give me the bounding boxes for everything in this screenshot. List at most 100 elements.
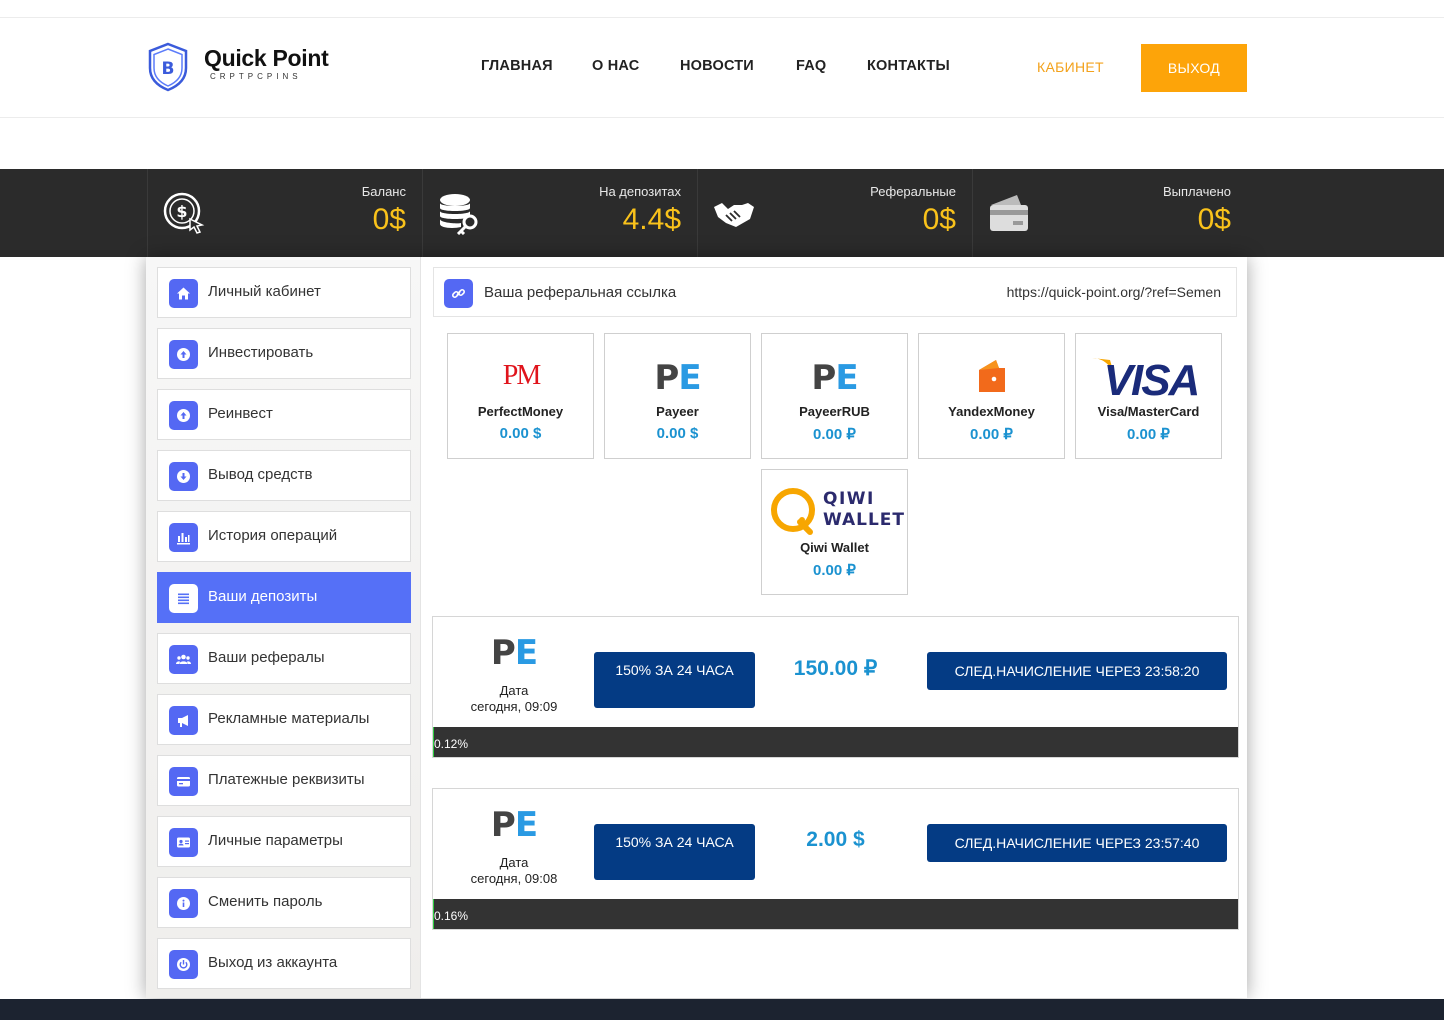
wallet-card-icon <box>990 195 1028 231</box>
site-footer <box>0 999 1444 1020</box>
deposit-card: PE Дата сегодня, 09:08 150% ЗА 24 ЧАСА 2.… <box>432 788 1239 930</box>
id-card-icon <box>177 837 190 848</box>
referral-link-box: Ваша реферальная ссылка https://quick-po… <box>433 267 1237 317</box>
list-icon <box>178 593 189 605</box>
deposit-amount: 150.00 ₽ <box>793 657 878 680</box>
payment-amount: 0.00 ₽ <box>1127 426 1170 443</box>
payment-name: Payeer <box>656 404 699 419</box>
sidebar-item-label: Инвестировать <box>208 344 314 361</box>
payment-card-payeer-rub[interactable]: PE PayeerRUB 0.00 ₽ <box>761 333 908 459</box>
payment-card-qiwi[interactable]: QIWI WALLET Qiwi Wallet 0.00 ₽ <box>761 469 908 595</box>
shield-bitcoin-icon: B <box>148 42 188 92</box>
brand-name: Quick Point <box>204 45 329 71</box>
stat-paid: Выплачено 0$ <box>972 169 1247 257</box>
payment-amount: 0.00 $ <box>499 425 542 442</box>
stat-label: Баланс <box>361 184 406 199</box>
sidebar-item-deposits[interactable]: Ваши депозиты <box>157 572 411 623</box>
sidebar-item-change-password[interactable]: Сменить пароль <box>157 877 411 928</box>
visa-logo: VISA <box>1092 356 1200 405</box>
sidebar-item-profile[interactable]: Личные параметры <box>157 816 411 867</box>
payment-name: YandexMoney <box>948 404 1035 419</box>
payment-name: Visa/MasterCard <box>1097 404 1200 419</box>
stats-bar: $ Баланс 0$ На депозитах 4.4$ Реферальны… <box>0 169 1444 257</box>
deposit-progress-bar: 0.12% <box>433 727 1238 757</box>
brand-tagline: CRPTPCPINS <box>210 72 302 81</box>
nav-contacts[interactable]: КОНТАКТЫ <box>867 58 950 74</box>
sidebar-item-payment-details[interactable]: Платежные реквизиты <box>157 755 411 806</box>
payeer-logo: PE <box>811 358 858 398</box>
payment-card-yandexmoney[interactable]: YandexMoney 0.00 ₽ <box>918 333 1065 459</box>
deposit-card: PE Дата сегодня, 09:09 150% ЗА 24 ЧАСА 15… <box>432 616 1239 758</box>
stat-value: 0$ <box>1197 203 1231 236</box>
stat-balance: $ Баланс 0$ <box>147 169 422 257</box>
deposit-date-label: Дата <box>499 855 529 870</box>
svg-text:QIWI: QIWI <box>823 489 875 509</box>
logout-button[interactable]: ВЫХОД <box>1141 44 1247 92</box>
credit-card-icon <box>177 777 190 787</box>
sidebar-item-withdraw[interactable]: Вывод средств <box>157 450 411 501</box>
progress-text: 0.16% <box>434 909 469 923</box>
deposit-date-label: Дата <box>499 683 529 698</box>
sidebar-item-invest[interactable]: Инвестировать <box>157 328 411 379</box>
megaphone-icon <box>178 715 188 727</box>
account-panel: Личный кабинет Инвестировать Реинвест Вы… <box>146 257 1247 998</box>
payment-name: Qiwi Wallet <box>800 540 869 555</box>
payment-card-payeer[interactable]: PE Payeer 0.00 $ <box>604 333 751 459</box>
sidebar-item-label: Выход из аккаунта <box>208 954 338 971</box>
stat-value: 0$ <box>372 203 406 236</box>
svg-text:B: B <box>162 59 175 79</box>
referral-link-label: Ваша реферальная ссылка <box>484 284 677 301</box>
arrow-up-circle-icon <box>177 409 190 422</box>
nav-home[interactable]: ГЛАВНАЯ <box>481 58 553 74</box>
bar-chart-icon <box>177 533 190 545</box>
sidebar-item-referrals[interactable]: Ваши рефералы <box>157 633 411 684</box>
stat-deposits: На депозитах 4.4$ <box>422 169 697 257</box>
deposit-progress-bar: 0.16% <box>433 899 1238 929</box>
deposit-amount: 2.00 $ <box>806 828 865 851</box>
sidebar-item-promo[interactable]: Рекламные материалы <box>157 694 411 745</box>
next-accrual-badge: СЛЕД.НАЧИСЛЕНИЕ ЧЕРЕЗ 23:58:20 <box>927 652 1227 690</box>
logo[interactable]: B Quick Point CRPTPCPINS <box>146 42 356 94</box>
svg-text:PM: PM <box>503 360 542 391</box>
sidebar-menu: Личный кабинет Инвестировать Реинвест Вы… <box>146 257 421 998</box>
nav-cabinet[interactable]: КАБИНЕТ <box>1037 59 1104 75</box>
deposit-plan-badge: 150% ЗА 24 ЧАСА <box>594 824 755 880</box>
nav-faq[interactable]: FAQ <box>796 58 826 74</box>
info-icon <box>177 897 190 910</box>
sidebar-item-label: Ваши рефералы <box>208 649 325 666</box>
sidebar-item-label: Реинвест <box>208 405 273 422</box>
stat-label: Реферальные <box>870 184 956 199</box>
link-icon <box>451 288 466 299</box>
sidebar-item-label: Сменить пароль <box>208 893 323 910</box>
payment-card-perfectmoney[interactable]: PM PerfectMoney 0.00 $ <box>447 333 594 459</box>
sidebar-item-logout[interactable]: Выход из аккаунта <box>157 938 411 989</box>
sidebar-item-label: Ваши депозиты <box>208 588 318 605</box>
sidebar-item-label: Платежные реквизиты <box>208 771 365 788</box>
yandex-wallet-logo <box>979 360 1005 392</box>
deposit-date: сегодня, 09:08 <box>470 871 558 886</box>
payeer-logo: PE <box>490 805 538 845</box>
svg-text:VISA: VISA <box>1104 356 1199 404</box>
sidebar-item-history[interactable]: История операций <box>157 511 411 562</box>
sidebar-item-label: Вывод средств <box>208 466 313 483</box>
payeer-logo: PE <box>490 633 538 673</box>
payment-card-visa[interactable]: VISA Visa/MasterCard 0.00 ₽ <box>1075 333 1222 459</box>
deposit-plan-badge: 150% ЗА 24 ЧАСА <box>594 652 755 708</box>
sidebar-item-dashboard[interactable]: Личный кабинет <box>157 267 411 318</box>
stat-label: На депозитах <box>599 184 681 199</box>
progress-text: 0.12% <box>434 737 469 751</box>
svg-text:$: $ <box>176 202 187 221</box>
stat-value: 0$ <box>922 203 956 236</box>
users-icon <box>176 654 191 664</box>
sidebar-item-reinvest[interactable]: Реинвест <box>157 389 411 440</box>
sidebar-item-label: Рекламные материалы <box>208 710 370 727</box>
next-accrual-badge: СЛЕД.НАЧИСЛЕНИЕ ЧЕРЕЗ 23:57:40 <box>927 824 1227 862</box>
deposit-date: сегодня, 09:09 <box>470 699 558 714</box>
payment-amount: 0.00 ₽ <box>813 562 856 579</box>
qiwi-wallet-logo: QIWI WALLET <box>771 488 904 535</box>
payment-name: PerfectMoney <box>477 404 564 419</box>
sidebar-item-label: История операций <box>208 527 338 544</box>
referral-link-url[interactable]: https://quick-point.org/?ref=Semen <box>1007 284 1221 300</box>
nav-about[interactable]: О НАС <box>592 58 639 74</box>
nav-news[interactable]: НОВОСТИ <box>680 58 754 74</box>
